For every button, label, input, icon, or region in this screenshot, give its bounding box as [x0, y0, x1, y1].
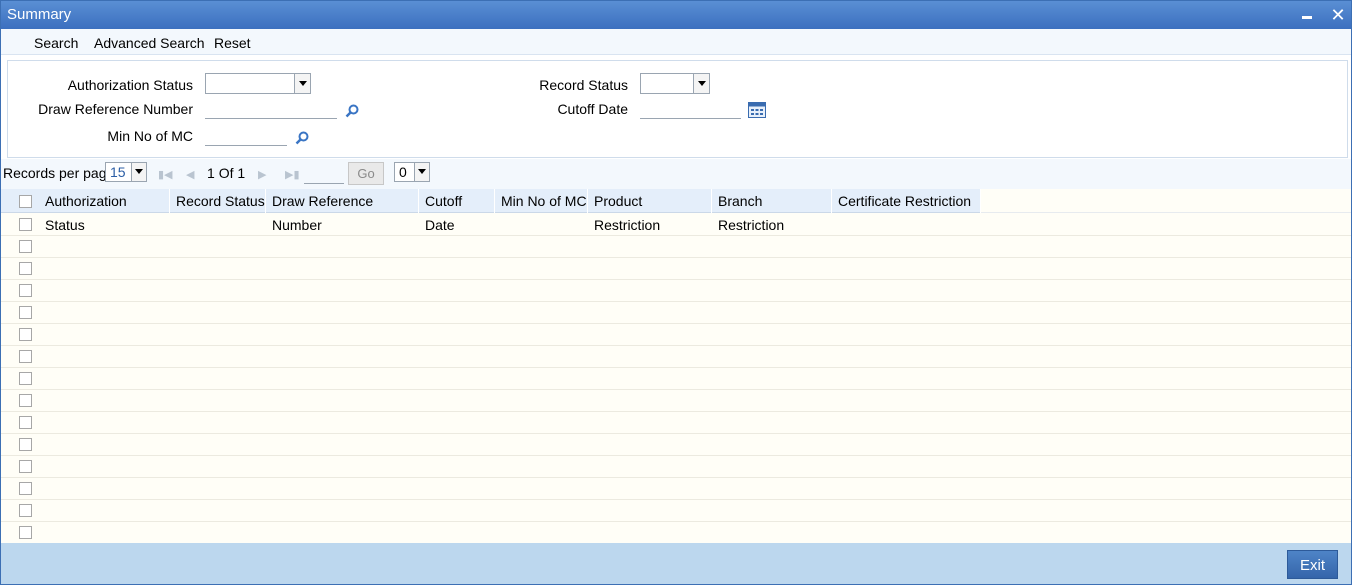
total-pages: 1	[237, 165, 246, 181]
chevron-down-icon	[294, 74, 310, 93]
close-icon: ✕	[1330, 5, 1346, 25]
table-row	[1, 346, 1351, 368]
results-grid: Authorization Status Record Status Draw Re…	[1, 189, 1351, 543]
row-checkbox[interactable]	[19, 350, 32, 363]
column-header[interactable]: Certificate Restriction	[832, 189, 981, 213]
current-page: 1	[207, 165, 215, 181]
table-row	[1, 434, 1351, 456]
column-header[interactable]: Authorization Status	[39, 189, 170, 233]
cutoff-date-field[interactable]	[640, 99, 741, 119]
column-header[interactable]: Branch Restriction	[712, 189, 832, 233]
close-button[interactable]: ✕	[1326, 3, 1350, 27]
row-checkbox[interactable]	[19, 218, 32, 231]
row-checkbox[interactable]	[19, 328, 32, 341]
min-no-of-mc-label: Min No of MC	[107, 128, 193, 144]
table-row	[1, 478, 1351, 500]
title-bar: Summary ✕	[1, 1, 1351, 29]
search-icon[interactable]	[345, 104, 359, 118]
table-row	[1, 412, 1351, 434]
column-header[interactable]: Min No of MC	[495, 189, 588, 213]
window-title: Summary	[7, 6, 72, 23]
select-all-checkbox[interactable]	[19, 195, 32, 208]
row-checkbox[interactable]	[19, 372, 32, 385]
row-checkbox[interactable]	[19, 460, 32, 473]
minimize-button[interactable]	[1295, 3, 1319, 27]
search-menu-item[interactable]: Search	[34, 35, 78, 51]
first-page-icon[interactable]: ▮◀	[158, 168, 173, 181]
minimize-icon	[1302, 16, 1312, 19]
row-checkbox[interactable]	[19, 394, 32, 407]
grid-header-filler	[981, 189, 1351, 213]
table-row	[1, 368, 1351, 390]
table-row	[1, 302, 1351, 324]
table-row	[1, 324, 1351, 346]
table-row	[1, 258, 1351, 280]
column-header[interactable]: Cutoff Date	[419, 189, 495, 233]
summary-window: Summary ✕ Search Advanced Search Reset A…	[0, 0, 1352, 585]
last-page-icon[interactable]: ▶▮	[285, 168, 300, 181]
row-checkbox[interactable]	[19, 306, 32, 319]
row-checkbox[interactable]	[19, 504, 32, 517]
column-header[interactable]: Product Restriction	[588, 189, 712, 233]
advanced-search-menu-item[interactable]: Advanced Search	[94, 35, 205, 51]
grid-header: Authorization Status Record Status Draw Re…	[1, 189, 981, 233]
chevron-down-icon	[414, 163, 429, 181]
row-checkbox[interactable]	[19, 416, 32, 429]
exit-button[interactable]: Exit	[1287, 550, 1338, 579]
column-header[interactable]: Draw Reference Number	[266, 189, 419, 233]
draw-reference-number-field[interactable]	[205, 99, 337, 119]
row-checkbox[interactable]	[19, 240, 32, 253]
previous-page-icon[interactable]: ◀	[186, 168, 194, 181]
row-checkbox[interactable]	[19, 438, 32, 451]
row-checkbox[interactable]	[19, 526, 32, 539]
footer-bar: Exit	[1, 543, 1351, 584]
menu-bar: Search Advanced Search Reset	[1, 29, 1351, 55]
reset-menu-item[interactable]: Reset	[214, 35, 251, 51]
authorization-status-label: Authorization Status	[67, 77, 193, 93]
record-status-label: Record Status	[539, 77, 628, 93]
row-checkbox[interactable]	[19, 482, 32, 495]
table-row	[1, 456, 1351, 478]
row-checkbox[interactable]	[19, 284, 32, 297]
column-header[interactable]: Record Status	[170, 189, 266, 213]
table-row	[1, 390, 1351, 412]
of-label: Of	[218, 165, 234, 181]
row-checkbox[interactable]	[19, 262, 32, 275]
chevron-down-icon	[693, 74, 709, 93]
next-page-icon[interactable]: ▶	[258, 168, 266, 181]
table-row	[1, 500, 1351, 522]
record-status-select[interactable]	[640, 73, 710, 94]
table-row	[1, 236, 1351, 258]
table-row	[1, 522, 1351, 543]
records-per-page-value: 15	[110, 164, 126, 180]
table-row	[1, 214, 1351, 236]
search-icon[interactable]	[295, 131, 309, 145]
page-info: 1 Of 1	[207, 165, 245, 181]
min-no-of-mc-field[interactable]	[205, 126, 287, 146]
page-select-value: 0	[399, 164, 407, 180]
table-row	[1, 280, 1351, 302]
chevron-down-icon	[131, 163, 146, 181]
cutoff-date-label: Cutoff Date	[557, 101, 628, 117]
authorization-status-select[interactable]	[205, 73, 311, 94]
calendar-icon[interactable]	[748, 102, 766, 118]
pagination-bar: Records per page 15 ▮◀ ◀ 1 Of 1 ▶ ▶▮ Go …	[1, 159, 1351, 189]
search-criteria-panel: Authorization Status Draw Reference Numb…	[7, 60, 1348, 158]
page-select[interactable]: 0	[394, 162, 430, 182]
records-per-page-select[interactable]: 15	[105, 162, 147, 182]
go-button[interactable]: Go	[348, 162, 384, 185]
go-to-page-field[interactable]	[304, 164, 344, 184]
records-per-page-label: Records per page	[3, 165, 115, 181]
draw-reference-number-label: Draw Reference Number	[38, 101, 193, 117]
